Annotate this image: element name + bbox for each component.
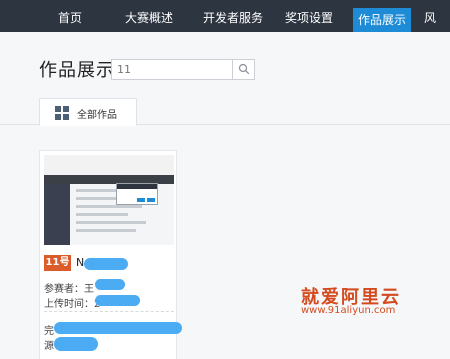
grid-icon bbox=[55, 106, 69, 120]
work-number-badge: 11号 bbox=[44, 255, 71, 271]
watermark-url: www.91aliyun.com bbox=[301, 305, 396, 316]
search-box bbox=[111, 59, 255, 80]
participant-line: 参赛者：王 bbox=[44, 280, 94, 295]
nav-item-overview[interactable]: 大赛概述 bbox=[120, 0, 178, 32]
participant-label: 参赛者： bbox=[44, 284, 84, 295]
upload-label: 上传时间： bbox=[44, 299, 94, 310]
description-redaction bbox=[54, 322, 182, 334]
upload-line: 上传时间：2 bbox=[44, 295, 100, 310]
nav-item-showcase[interactable]: 作品展示 bbox=[353, 8, 411, 32]
top-nav: 首页 大赛概述 开发者服务 奖项设置 作品展示 风 bbox=[0, 0, 450, 32]
source-line: 源 bbox=[44, 337, 54, 352]
description-line: 完 bbox=[44, 322, 54, 337]
nav-item-developer-services[interactable]: 开发者服务 bbox=[197, 0, 269, 32]
participant-name: 王 bbox=[84, 284, 94, 295]
source-redaction bbox=[54, 337, 98, 351]
upload-redaction bbox=[95, 295, 140, 306]
nav-item-awards[interactable]: 奖项设置 bbox=[281, 0, 337, 32]
page-title: 作品展示 bbox=[39, 60, 115, 81]
search-input[interactable] bbox=[112, 60, 232, 79]
work-card[interactable]: 11号 N 参赛者：王 上传时间：2 完 源 bbox=[39, 150, 182, 359]
work-title[interactable]: N bbox=[76, 256, 84, 269]
card-divider bbox=[44, 311, 174, 312]
participant-redaction bbox=[95, 279, 125, 290]
title-redaction bbox=[84, 258, 128, 270]
work-thumbnail[interactable] bbox=[44, 155, 174, 245]
tab-all-works-label: 全部作品 bbox=[77, 110, 117, 121]
search-button[interactable] bbox=[232, 60, 254, 79]
thumbnail-dialog bbox=[116, 183, 158, 205]
search-icon bbox=[238, 63, 250, 75]
source-prefix: 源 bbox=[44, 341, 54, 352]
description-prefix: 完 bbox=[44, 326, 54, 337]
tab-all-works[interactable]: 全部作品 bbox=[39, 98, 137, 126]
nav-item-home[interactable]: 首页 bbox=[53, 0, 87, 32]
nav-item-more[interactable]: 风 bbox=[424, 0, 450, 32]
